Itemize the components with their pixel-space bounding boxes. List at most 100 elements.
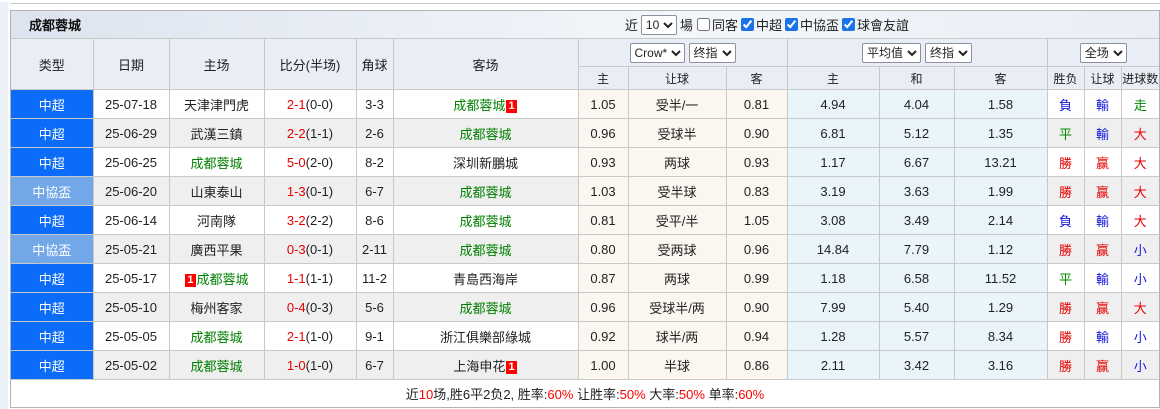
- corner-cell: 3-3: [355, 89, 394, 119]
- col-header-home: 主场: [168, 38, 265, 90]
- scope-select[interactable]: 全场: [1079, 42, 1127, 63]
- opponent-team-name: 深圳新鵬城: [452, 155, 518, 171]
- hcap-away-odds-cell: 0.94: [725, 321, 788, 351]
- hcap-line-cell: 两球: [627, 263, 727, 293]
- matches-label: 場: [679, 18, 693, 33]
- hcap-home-odds-cell: 0.96: [577, 292, 629, 322]
- filter-中超[interactable]: 中超: [740, 15, 782, 34]
- self-team-name: 成都蓉城: [196, 271, 249, 287]
- summary-stat-value: 50%: [678, 387, 705, 402]
- result-wdl-cell: 勝: [1046, 292, 1085, 322]
- filter-checkbox[interactable]: [740, 18, 754, 31]
- home-team-cell: 河南隊: [168, 205, 265, 235]
- score-cell: 5-0(2-0): [263, 147, 357, 177]
- opponent-team-name: 河南隊: [196, 213, 236, 229]
- avg-away-odds-cell: 2.14: [953, 205, 1048, 235]
- filter-球會友誼[interactable]: 球會友誼: [841, 15, 909, 34]
- away-team-cell: 成都蓉城: [392, 176, 579, 206]
- hcap-line-cell: 半球: [627, 350, 727, 380]
- asian-odds-source-select[interactable]: Crow*: [629, 42, 685, 63]
- filter-checkbox[interactable]: [784, 18, 798, 31]
- sub-header-result-goals: 进球数: [1120, 66, 1160, 90]
- avg-away-odds-cell: 13.21: [953, 147, 1048, 177]
- col-header-away: 客场: [392, 38, 579, 90]
- away-team-cell: 青島西海岸: [392, 263, 579, 293]
- sub-header-hcap-away: 客: [725, 66, 788, 90]
- away-team-cell: 成都蓉城 1: [392, 89, 579, 119]
- self-team-name: 成都蓉城: [459, 126, 512, 142]
- avg-home-odds-cell: 1.28: [786, 321, 880, 351]
- avg-away-odds-cell: 11.52: [953, 263, 1048, 293]
- summary-stat-value: 60%: [547, 387, 574, 402]
- col-header-type: 类型: [10, 38, 94, 90]
- home-team-cell: 山東泰山: [168, 176, 265, 206]
- corner-cell: 11-2: [355, 263, 394, 293]
- result-wdl-cell: 勝: [1046, 176, 1085, 206]
- avg-away-odds-cell: 8.34: [953, 321, 1048, 351]
- asian-odds-time-select[interactable]: 终指: [688, 42, 736, 63]
- page-margin-strip: [0, 2, 8, 409]
- summary-stat-label: 大率:: [645, 387, 679, 402]
- filter-同客[interactable]: 同客: [696, 15, 738, 34]
- corner-cell: 6-7: [355, 350, 394, 380]
- col-header-score: 比分(半场): [263, 38, 357, 90]
- filter-controls: 近 10 場 同客 中超 中協盃 球會友誼: [625, 14, 909, 35]
- summary-stat-label: 单率:: [704, 387, 739, 402]
- avg-home-odds-cell: 3.08: [786, 205, 880, 235]
- avg-home-odds-cell: 14.84: [786, 234, 880, 264]
- score-cell: 0-3(0-1): [263, 234, 357, 264]
- hcap-away-odds-cell: 0.90: [725, 292, 788, 322]
- hcap-line-cell: 两球: [627, 147, 727, 177]
- result-hcap-cell: 輸: [1083, 263, 1122, 293]
- league-type-cell: 中超: [10, 321, 94, 351]
- self-team-name: 成都蓉城: [459, 184, 512, 200]
- avg-away-odds-cell: 1.12: [953, 234, 1048, 264]
- recent-count-select[interactable]: 10: [640, 14, 677, 35]
- filter-label: 球會友誼: [856, 18, 909, 33]
- result-hcap-cell: 赢: [1083, 147, 1122, 177]
- away-team-cell: 浙江俱樂部綠城: [392, 321, 579, 351]
- filter-checkbox[interactable]: [696, 18, 710, 31]
- opponent-team-name: 梅州客家: [190, 300, 243, 316]
- home-team-cell: 成都蓉城: [168, 321, 265, 351]
- table-row: 中超 25-06-29 武漢三鎮 2-2(1-1) 2-6 成都蓉城 0.96 …: [10, 118, 1160, 148]
- table-row: 中超 25-05-17 1 成都蓉城 1-1(1-1) 11-2 青島西海岸 0.…: [10, 263, 1160, 293]
- self-team-name: 成都蓉城: [459, 242, 512, 258]
- avg-draw-odds-cell: 5.40: [878, 292, 955, 322]
- league-type-cell: 中協盃: [10, 234, 94, 264]
- result-goals-cell: 大: [1120, 292, 1160, 322]
- red-card-badge: 1: [185, 273, 196, 287]
- avg-home-odds-cell: 3.19: [786, 176, 880, 206]
- self-team-name: 成都蓉城: [190, 155, 243, 171]
- filter-label: 同客: [711, 18, 738, 33]
- avg-draw-odds-cell: 5.57: [878, 321, 955, 351]
- score-cell: 1-3(0-1): [263, 176, 357, 206]
- away-team-cell: 成都蓉城: [392, 234, 579, 264]
- date-cell: 25-06-29: [92, 118, 170, 148]
- hcap-line-cell: 球半/两: [627, 321, 727, 351]
- result-goals-cell: 小: [1120, 263, 1160, 293]
- home-team-cell: 武漢三鎮: [168, 118, 265, 148]
- euro-odds-time-select[interactable]: 终指: [925, 42, 972, 63]
- result-wdl-cell: 勝: [1046, 234, 1085, 264]
- red-card-badge: 1: [506, 360, 517, 374]
- hcap-away-odds-cell: 0.86: [725, 350, 788, 380]
- league-type-cell: 中超: [10, 205, 94, 235]
- league-type-cell: 中超: [10, 292, 94, 322]
- table-row: 中超 25-06-14 河南隊 3-2(2-2) 8-6 成都蓉城 0.81 受…: [10, 205, 1160, 235]
- result-wdl-cell: 負: [1046, 89, 1085, 119]
- summary-stat-value: 60%: [738, 387, 765, 402]
- filter-中協盃[interactable]: 中協盃: [784, 15, 839, 34]
- panel-header-bar: 成都蓉城 近 10 場 同客 中超 中協盃 球會友誼: [11, 11, 1159, 39]
- hcap-away-odds-cell: 0.90: [725, 118, 788, 148]
- away-team-cell: 成都蓉城: [392, 118, 579, 148]
- score-cell: 2-2(1-1): [263, 118, 357, 148]
- score-cell: 3-2(2-2): [263, 205, 357, 235]
- result-goals-cell: 大: [1120, 147, 1160, 177]
- filter-checkbox[interactable]: [841, 18, 855, 31]
- away-team-cell: 上海申花 1: [392, 350, 579, 380]
- table-row: 中超 25-05-05 成都蓉城 2-1(1-0) 9-1 浙江俱樂部綠城 0.…: [10, 321, 1160, 351]
- opponent-team-name: 廣西平果: [190, 242, 243, 258]
- euro-odds-source-select[interactable]: 平均值: [862, 42, 921, 63]
- hcap-away-odds-cell: 0.81: [725, 89, 788, 119]
